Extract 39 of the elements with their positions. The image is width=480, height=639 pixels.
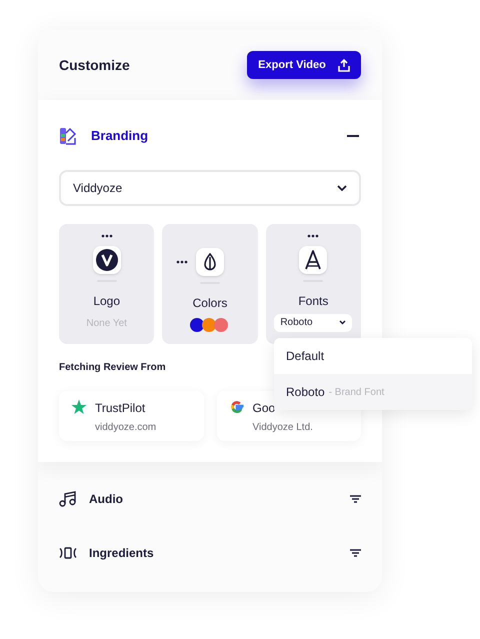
tile-label: Colors <box>192 294 228 312</box>
font-icon <box>304 250 322 270</box>
panel-title: Customize <box>59 56 130 74</box>
brand-select[interactable]: Viddyoze <box>59 170 361 206</box>
drop-icon <box>202 252 217 270</box>
star-icon <box>71 398 87 414</box>
source-site: viddyoze.com <box>95 420 156 434</box>
asset-tile[interactable]: Colors <box>162 224 258 344</box>
font-select[interactable]: Roboto <box>274 314 352 332</box>
option-label: Default <box>286 348 324 365</box>
source-name: TrustPilot <box>95 400 146 416</box>
filter-icon <box>350 548 361 556</box>
palette-icon <box>59 126 77 145</box>
more-icon[interactable] <box>176 260 188 264</box>
section-title: Ingredients <box>89 544 154 562</box>
menu-option[interactable]: Roboto - Brand Font <box>274 374 472 410</box>
source-name: Goo <box>252 400 276 416</box>
export-button[interactable]: Export Video <box>247 51 361 79</box>
filter-icon <box>350 494 361 502</box>
more-icon[interactable] <box>100 234 113 238</box>
music-note-icon <box>59 490 77 506</box>
tile-label: Fonts <box>298 292 328 310</box>
reviews-label: Fetching Review From <box>59 360 167 374</box>
section-title: Branding <box>91 127 148 145</box>
asset-tile[interactable]: Fonts Roboto <box>266 224 361 344</box>
review-source-card[interactable]: TrustPilot viddyoze.com <box>59 390 204 440</box>
source-site: Viddyoze Ltd. <box>252 420 313 434</box>
section-header[interactable]: Ingredients <box>38 526 382 580</box>
chevron-icon <box>339 320 346 325</box>
tile-label: Logo <box>93 292 120 310</box>
tile-status: None Yet <box>86 316 127 330</box>
share-icon <box>338 58 350 72</box>
section-title: Audio <box>89 490 123 508</box>
google-icon <box>228 398 244 414</box>
chevron-icon <box>337 184 347 190</box>
asset-tile[interactable]: Logo None Yet <box>59 224 154 344</box>
section-header[interactable]: Audio <box>38 472 382 526</box>
carousel-icon <box>59 546 77 558</box>
more-icon[interactable] <box>307 234 320 238</box>
